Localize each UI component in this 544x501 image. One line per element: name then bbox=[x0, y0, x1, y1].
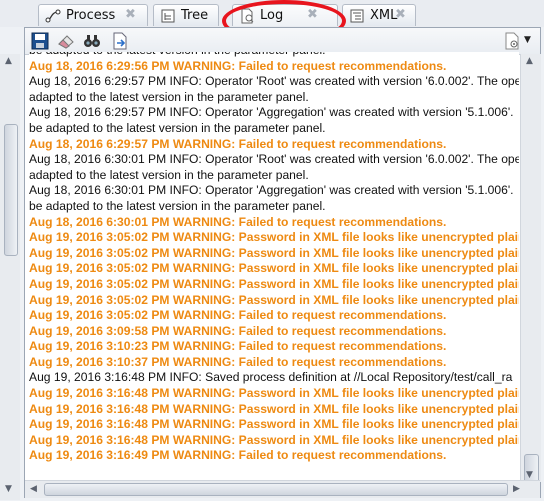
log-line-warning: Aug 19, 2016 3:05:02 PM WARNING: Failed … bbox=[29, 308, 447, 323]
side-scroll-thumb[interactable] bbox=[4, 124, 18, 256]
log-line-warning: Aug 19, 2016 3:10:23 PM WARNING: Failed … bbox=[29, 339, 447, 354]
log-line-warning: Aug 19, 2016 3:09:58 PM WARNING: Failed … bbox=[29, 323, 447, 338]
log-line-warning: Aug 19, 2016 3:10:37 PM WARNING: Failed … bbox=[29, 354, 447, 369]
save-icon[interactable] bbox=[31, 32, 49, 50]
log-line-info: be adapted to the latest version in the … bbox=[29, 52, 519, 59]
process-icon bbox=[45, 9, 61, 22]
log-line-warning: Aug 19, 2016 3:16:48 PM WARNING: Passwor… bbox=[29, 401, 519, 416]
xml-icon bbox=[350, 9, 364, 22]
log-line-info: be adapted to the latest version in the … bbox=[29, 198, 326, 213]
log-line-warning: Aug 19, 2016 3:05:02 PM WARNING: Passwor… bbox=[29, 292, 519, 307]
tab-xml[interactable]: XML ✖ bbox=[342, 4, 416, 26]
tab-tree-label: Tree bbox=[181, 8, 209, 23]
scroll-down-arrow-icon[interactable]: ▼ bbox=[5, 484, 12, 494]
scroll-up-arrow-icon[interactable]: ▲ bbox=[5, 56, 12, 66]
settings-dropdown[interactable]: ▼ bbox=[503, 32, 533, 50]
horizontal-scroll-thumb[interactable] bbox=[44, 483, 508, 496]
scroll-right-arrow-icon[interactable]: ▶ bbox=[513, 484, 520, 494]
log-line-warning: Aug 19, 2016 3:05:02 PM WARNING: Passwor… bbox=[29, 261, 519, 276]
log-text-area[interactable]: be adapted to the latest version in the … bbox=[29, 52, 519, 484]
close-icon[interactable]: ✖ bbox=[395, 7, 406, 22]
tab-process[interactable]: Process ✖ bbox=[38, 4, 148, 26]
log-line-info: be adapted to the latest version in the … bbox=[29, 120, 326, 135]
tree-icon bbox=[161, 9, 175, 22]
chevron-down-icon: ▼ bbox=[524, 35, 531, 45]
tab-log-label: Log bbox=[260, 8, 284, 23]
vertical-scrollbar[interactable]: ▲ ▼ bbox=[520, 54, 541, 488]
tab-tree[interactable]: Tree bbox=[153, 4, 219, 26]
scroll-up-arrow-icon[interactable]: ▲ bbox=[526, 56, 533, 66]
scroll-left-arrow-icon[interactable]: ◀ bbox=[30, 484, 37, 494]
log-line-warning: Aug 19, 2016 3:05:02 PM WARNING: Passwor… bbox=[29, 245, 519, 260]
tab-process-label: Process bbox=[66, 8, 116, 23]
tab-log[interactable]: Log ✖ bbox=[232, 4, 338, 26]
log-line-warning: Aug 18, 2016 6:29:56 PM WARNING: Failed … bbox=[29, 58, 447, 73]
log-line-info: adapted to the latest version in the par… bbox=[29, 167, 309, 182]
log-line-warning: Aug 19, 2016 3:16:48 PM WARNING: Passwor… bbox=[29, 432, 519, 447]
log-line-warning: Aug 19, 2016 3:16:48 PM WARNING: Passwor… bbox=[29, 417, 519, 432]
log-line-info: adapted to the latest version in the par… bbox=[29, 89, 309, 104]
log-line-info: Aug 19, 2016 3:16:48 PM INFO: Saved proc… bbox=[29, 370, 513, 385]
horizontal-scrollbar[interactable]: ◀ ▶ bbox=[25, 480, 540, 498]
log-line-warning: Aug 19, 2016 3:16:49 PM WARNING: Failed … bbox=[29, 448, 447, 463]
export-icon[interactable] bbox=[111, 32, 129, 50]
close-icon[interactable]: ✖ bbox=[307, 7, 318, 22]
scroll-down-arrow-icon[interactable]: ▼ bbox=[526, 470, 533, 480]
close-icon[interactable]: ✖ bbox=[125, 7, 136, 22]
search-icon[interactable] bbox=[83, 32, 101, 50]
left-side-scrollbar[interactable]: ▲ ▼ bbox=[0, 54, 20, 500]
clear-icon[interactable] bbox=[57, 32, 75, 50]
editor-tab-bar: Process ✖ Tree Log ✖ XML ✖ bbox=[0, 0, 544, 42]
log-line-warning: Aug 19, 2016 3:05:02 PM WARNING: Passwor… bbox=[29, 276, 519, 291]
log-line-warning: Aug 19, 2016 3:16:48 PM WARNING: Passwor… bbox=[29, 386, 519, 401]
log-line-info: Aug 18, 2016 6:29:57 PM INFO: Operator '… bbox=[29, 74, 519, 89]
log-line-info: Aug 18, 2016 6:30:01 PM INFO: Operator '… bbox=[29, 152, 519, 167]
settings-icon bbox=[505, 32, 519, 50]
log-toolbar: ▼ bbox=[25, 28, 540, 55]
log-line-warning: Aug 18, 2016 6:29:57 PM WARNING: Failed … bbox=[29, 136, 447, 151]
log-line-warning: Aug 19, 2016 3:05:02 PM WARNING: Passwor… bbox=[29, 230, 519, 245]
tab-xml-label: XML bbox=[370, 8, 398, 23]
log-panel: ▼ be adapted to the latest version in th… bbox=[24, 27, 541, 498]
log-line-warning: Aug 18, 2016 6:30:01 PM WARNING: Failed … bbox=[29, 214, 447, 229]
log-icon bbox=[241, 8, 254, 23]
log-line-info: Aug 18, 2016 6:29:57 PM INFO: Operator '… bbox=[29, 105, 514, 120]
log-line-info: Aug 18, 2016 6:30:01 PM INFO: Operator '… bbox=[29, 183, 514, 198]
